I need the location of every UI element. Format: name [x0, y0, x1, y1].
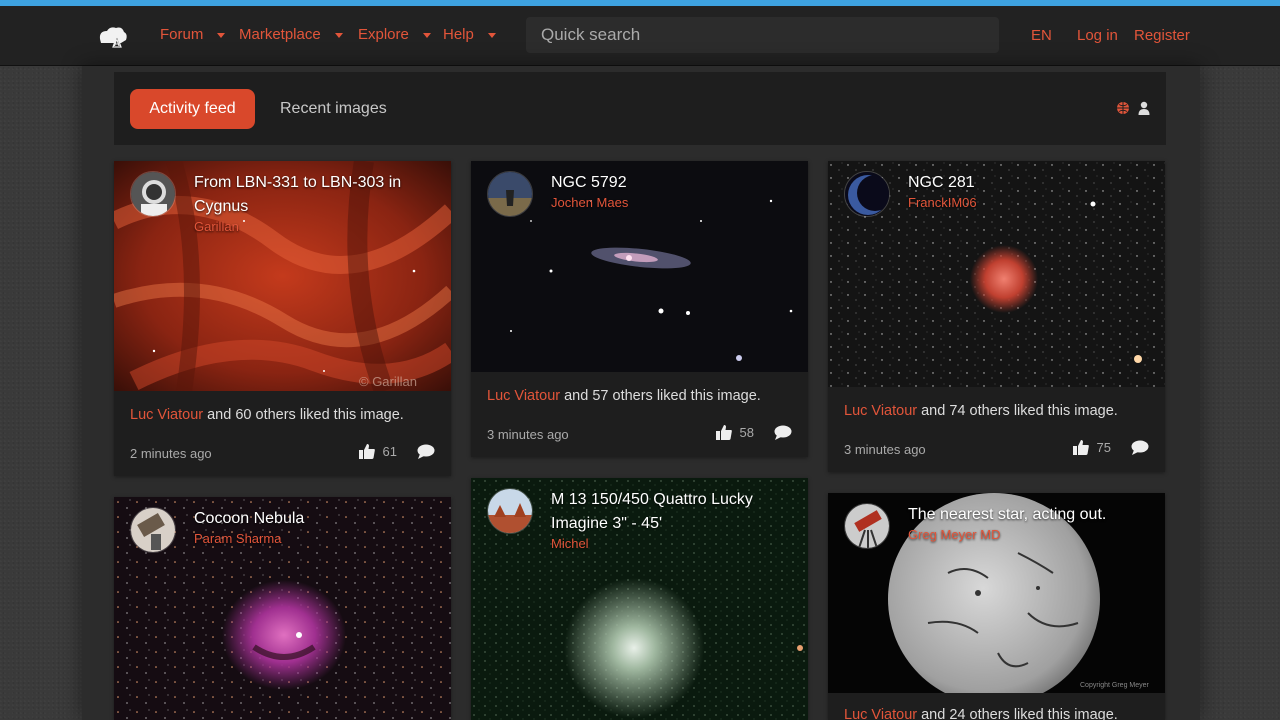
- quick-search-input[interactable]: [526, 17, 999, 53]
- nav-marketplace-label: Marketplace: [239, 26, 321, 43]
- card-title[interactable]: NGC 281: [908, 171, 1148, 195]
- tab-activity-feed[interactable]: Activity feed: [130, 89, 255, 129]
- likes-summary: Luc Viatour and 24 others liked this ima…: [844, 707, 1118, 720]
- feed-tabbar: Activity feed Recent images: [114, 72, 1166, 145]
- like-count: 75: [1096, 440, 1111, 455]
- language-selector[interactable]: EN: [1031, 27, 1052, 44]
- feed-card[interactable]: Cocoon Nebula Param Sharma: [114, 497, 451, 720]
- thumbs-up-icon[interactable]: [358, 444, 375, 459]
- comment-icon[interactable]: [774, 425, 792, 440]
- card-actions: 58: [715, 425, 792, 440]
- liker-link[interactable]: Luc Viatour: [844, 403, 917, 419]
- feed-card[interactable]: © Garillan From LBN-331 to LBN-303 in Cy…: [114, 161, 451, 476]
- nav-forum[interactable]: Forum: [160, 26, 226, 43]
- thumbs-up-icon[interactable]: [1072, 440, 1089, 455]
- feed-card[interactable]: NGC 5792 Jochen Maes Luc Viatour and 57 …: [471, 161, 808, 457]
- nav-explore-label: Explore: [358, 26, 409, 43]
- timestamp: 3 minutes ago: [487, 427, 569, 442]
- card-actions: 61: [358, 444, 435, 459]
- likes-text: and 24 others liked this image.: [917, 707, 1118, 720]
- nav-forum-label: Forum: [160, 26, 204, 43]
- comment-icon[interactable]: [1131, 440, 1149, 455]
- card-title[interactable]: NGC 5792: [551, 171, 791, 195]
- card-title[interactable]: Cocoon Nebula: [194, 507, 434, 531]
- likes-summary: Luc Viatour and 57 others liked this ima…: [487, 388, 761, 404]
- feed-card[interactable]: Copyright Greg Meyer The nearest star, a…: [828, 493, 1165, 720]
- image-watermark: Copyright Greg Meyer: [1080, 682, 1150, 689]
- astrobin-logo[interactable]: A: [97, 25, 129, 49]
- navbar: A Forum Marketplace Explore Help EN Log …: [0, 6, 1280, 66]
- likes-text: and 74 others liked this image.: [917, 403, 1118, 419]
- card-actions: 75: [1072, 440, 1149, 455]
- timestamp: 3 minutes ago: [844, 442, 926, 457]
- nav-help-label: Help: [443, 26, 474, 43]
- likes-summary: Luc Viatour and 60 others liked this ima…: [130, 407, 404, 423]
- card-author[interactable]: Michel: [551, 536, 589, 551]
- login-link[interactable]: Log in: [1077, 27, 1118, 44]
- feed-card[interactable]: M 13 150/450 Quattro Lucky Imagine 3" - …: [471, 478, 808, 720]
- chevron-down-icon: [422, 33, 431, 38]
- like-count: 61: [382, 444, 397, 459]
- avatar[interactable]: [487, 171, 533, 217]
- card-title[interactable]: From LBN-331 to LBN-303 in Cygnus: [194, 171, 434, 219]
- nav-help[interactable]: Help: [443, 26, 496, 43]
- card-author[interactable]: FranckIM06: [908, 195, 977, 210]
- feed-filter-icons: [1116, 101, 1150, 120]
- card-author[interactable]: Param Sharma: [194, 531, 281, 546]
- like-count: 58: [739, 425, 754, 440]
- chevron-down-icon: [217, 33, 226, 38]
- liker-link[interactable]: Luc Viatour: [844, 707, 917, 720]
- likes-text: and 60 others liked this image.: [203, 407, 404, 423]
- feed-card[interactable]: NGC 281 FranckIM06 Luc Viatour and 74 ot…: [828, 161, 1165, 472]
- register-link[interactable]: Register: [1134, 27, 1190, 44]
- thumbs-up-icon[interactable]: [715, 425, 732, 440]
- globe-icon[interactable]: [1116, 101, 1130, 120]
- avatar[interactable]: [130, 507, 176, 553]
- liker-link[interactable]: Luc Viatour: [130, 407, 203, 423]
- svg-text:A: A: [114, 38, 121, 48]
- card-author[interactable]: Greg Meyer MD: [908, 527, 1000, 542]
- avatar[interactable]: [844, 503, 890, 549]
- avatar[interactable]: [130, 171, 176, 217]
- card-author[interactable]: Jochen Maes: [551, 195, 628, 210]
- chevron-down-icon: [487, 33, 496, 38]
- likes-text: and 57 others liked this image.: [560, 388, 761, 404]
- liker-link[interactable]: Luc Viatour: [487, 388, 560, 404]
- comment-icon[interactable]: [417, 444, 435, 459]
- card-title[interactable]: M 13 150/450 Quattro Lucky Imagine 3" - …: [551, 488, 791, 536]
- card-author[interactable]: Garillan: [194, 219, 239, 234]
- card-title[interactable]: The nearest star, acting out.: [908, 503, 1148, 527]
- chevron-down-icon: [334, 33, 343, 38]
- image-watermark: © Garillan: [359, 374, 417, 389]
- timestamp: 2 minutes ago: [130, 446, 212, 461]
- likes-summary: Luc Viatour and 74 others liked this ima…: [844, 403, 1118, 419]
- avatar[interactable]: [487, 488, 533, 534]
- user-icon[interactable]: [1138, 101, 1150, 120]
- nav-marketplace[interactable]: Marketplace: [239, 26, 343, 43]
- nav-explore[interactable]: Explore: [358, 26, 431, 43]
- avatar[interactable]: [844, 171, 890, 217]
- tab-recent-images[interactable]: Recent images: [280, 89, 387, 129]
